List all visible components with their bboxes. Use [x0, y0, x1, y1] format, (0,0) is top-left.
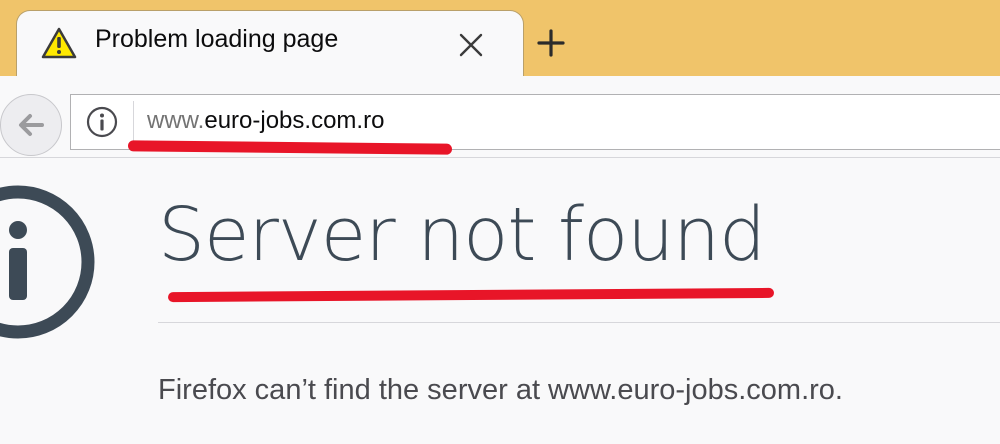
plus-icon[interactable] — [536, 28, 566, 58]
info-icon — [0, 182, 98, 342]
tab-problem-loading[interactable]: Problem loading page — [16, 10, 524, 82]
url-separator — [133, 101, 134, 143]
error-title: Server not found — [158, 192, 766, 278]
back-arrow-icon — [19, 114, 44, 136]
url-text[interactable]: www.euro-jobs.com.ro — [147, 107, 384, 135]
close-icon[interactable] — [457, 31, 485, 59]
tab-title: Problem loading page — [95, 25, 339, 53]
title-divider — [158, 322, 1000, 323]
error-description: Firefox can’t find the server at www.eur… — [158, 374, 843, 406]
tab-strip: Problem loading page — [0, 0, 1000, 82]
url-domain: euro-jobs.com.ro — [204, 107, 385, 134]
back-button[interactable] — [0, 94, 62, 156]
browser-window: Problem loading page www.euro-jobs.com.r… — [0, 0, 1000, 444]
error-page: Server not found Firefox can’t find the … — [0, 158, 1000, 444]
warning-icon — [41, 27, 77, 59]
info-circle-icon[interactable] — [85, 105, 119, 139]
url-prefix: www. — [147, 107, 205, 134]
